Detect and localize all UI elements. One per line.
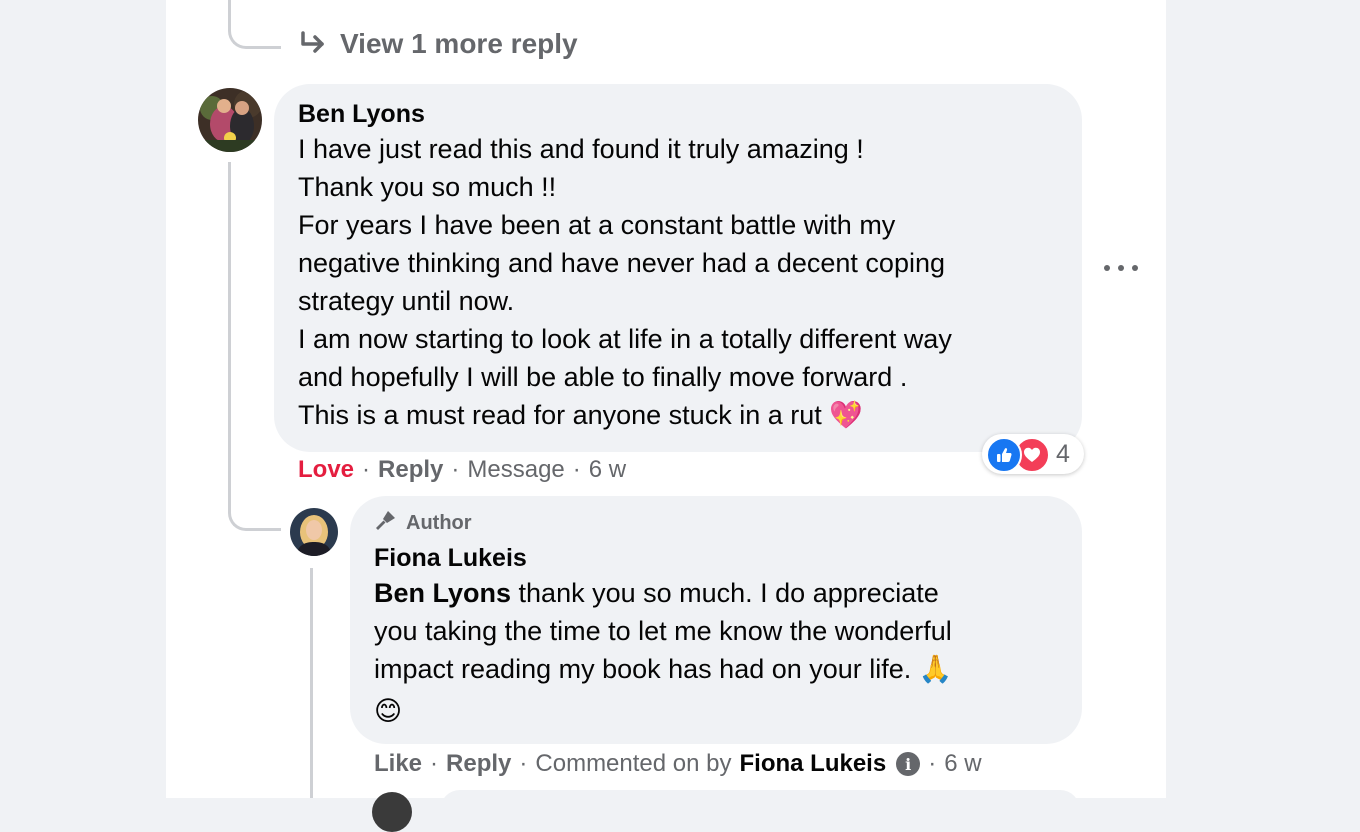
separator: · <box>451 456 460 483</box>
reply-button[interactable]: Reply <box>446 750 511 778</box>
comment-line: Thank you so much !! <box>298 172 557 202</box>
message-button[interactable]: Message <box>467 456 564 484</box>
comment-line: This is a must read for anyone stuck in … <box>298 400 822 430</box>
reply-line: Ben Lyons thank you so much. I do apprec… <box>374 574 1058 612</box>
reply-arrow-icon <box>298 30 328 58</box>
reply-button[interactable]: Reply <box>378 456 443 484</box>
comment-line: strategy until now. <box>298 286 515 316</box>
reaction-icons <box>986 437 1050 473</box>
avatar-fiona-lukeis[interactable] <box>290 508 338 556</box>
author-badge-label: Author <box>406 511 472 534</box>
comment-line: I am now starting to look at life in a t… <box>298 324 952 354</box>
separator: · <box>519 750 528 777</box>
reply-timestamp[interactable]: 6 w <box>944 750 981 778</box>
next-reply-bubble <box>440 790 1080 830</box>
reply-line-text: thank you so much. I do appreciate <box>511 578 939 608</box>
view-more-label: View 1 more reply <box>340 28 578 59</box>
comment-line: negative thinking and have never had a d… <box>298 248 945 278</box>
commenter-name[interactable]: Fiona Lukeis <box>740 750 887 778</box>
reply-author-name[interactable]: Fiona Lukeis <box>374 542 1058 574</box>
dot-icon <box>1118 265 1124 271</box>
love-reaction-button[interactable]: Love <box>298 456 354 484</box>
comment-bubble: Ben Lyons I have just read this and foun… <box>274 84 1082 452</box>
comment-text: I have just read this and found it truly… <box>298 130 1058 434</box>
more-options-button[interactable] <box>1104 258 1138 278</box>
reply-line: you taking the time to let me know the w… <box>374 616 952 646</box>
dot-icon <box>1132 265 1138 271</box>
separator: · <box>430 750 439 777</box>
comment-line: I have just read this and found it truly… <box>298 134 864 164</box>
reply-actions: Like · Reply · Commented on by Fiona Luk… <box>374 748 982 780</box>
reaction-count: 4 <box>1056 439 1070 468</box>
comment-line: and hopefully I will be able to finally … <box>298 362 908 392</box>
dot-icon <box>1104 265 1110 271</box>
folded-hands-emoji: 🙏 <box>918 654 953 684</box>
comment-actions: Love · Reply · Message · 6 w <box>298 455 626 485</box>
view-more-replies-link[interactable]: View 1 more reply <box>298 22 578 66</box>
reply-bubble: Author Fiona Lukeis Ben Lyons thank you … <box>350 496 1082 744</box>
separator: · <box>928 750 937 777</box>
comment-line: For years I have been at a constant batt… <box>298 210 896 240</box>
separator: · <box>572 456 581 483</box>
author-badge: Author <box>374 508 1058 538</box>
info-icon[interactable]: i <box>896 752 921 776</box>
thread-line-reply <box>310 568 313 798</box>
commented-on-by-label: Commented on by <box>535 750 732 777</box>
next-reply-avatar[interactable] <box>372 792 412 832</box>
smiling-face-emoji: 😊 <box>374 696 403 726</box>
reply-line: 😊 <box>374 692 1058 730</box>
comment-timestamp[interactable]: 6 w <box>589 456 626 484</box>
like-icon <box>986 437 1022 473</box>
comment-line-last: This is a must read for anyone stuck in … <box>298 396 1058 434</box>
reply-line-text: impact reading my book has had on your l… <box>374 654 919 684</box>
avatar-ben-lyons[interactable] <box>198 88 262 152</box>
mention-link[interactable]: Ben Lyons <box>374 578 511 608</box>
sparkling-heart-emoji: 💖 <box>829 400 863 430</box>
thread-line-top <box>228 0 281 49</box>
separator: · <box>362 456 371 483</box>
reply-text: Ben Lyons thank you so much. I do apprec… <box>374 574 1058 730</box>
reply-line: impact reading my book has had on your l… <box>374 650 1058 688</box>
comment-author-name[interactable]: Ben Lyons <box>298 98 1058 130</box>
like-button[interactable]: Like <box>374 750 422 778</box>
microphone-icon <box>374 508 398 538</box>
reactions-summary[interactable]: 4 <box>982 434 1084 474</box>
